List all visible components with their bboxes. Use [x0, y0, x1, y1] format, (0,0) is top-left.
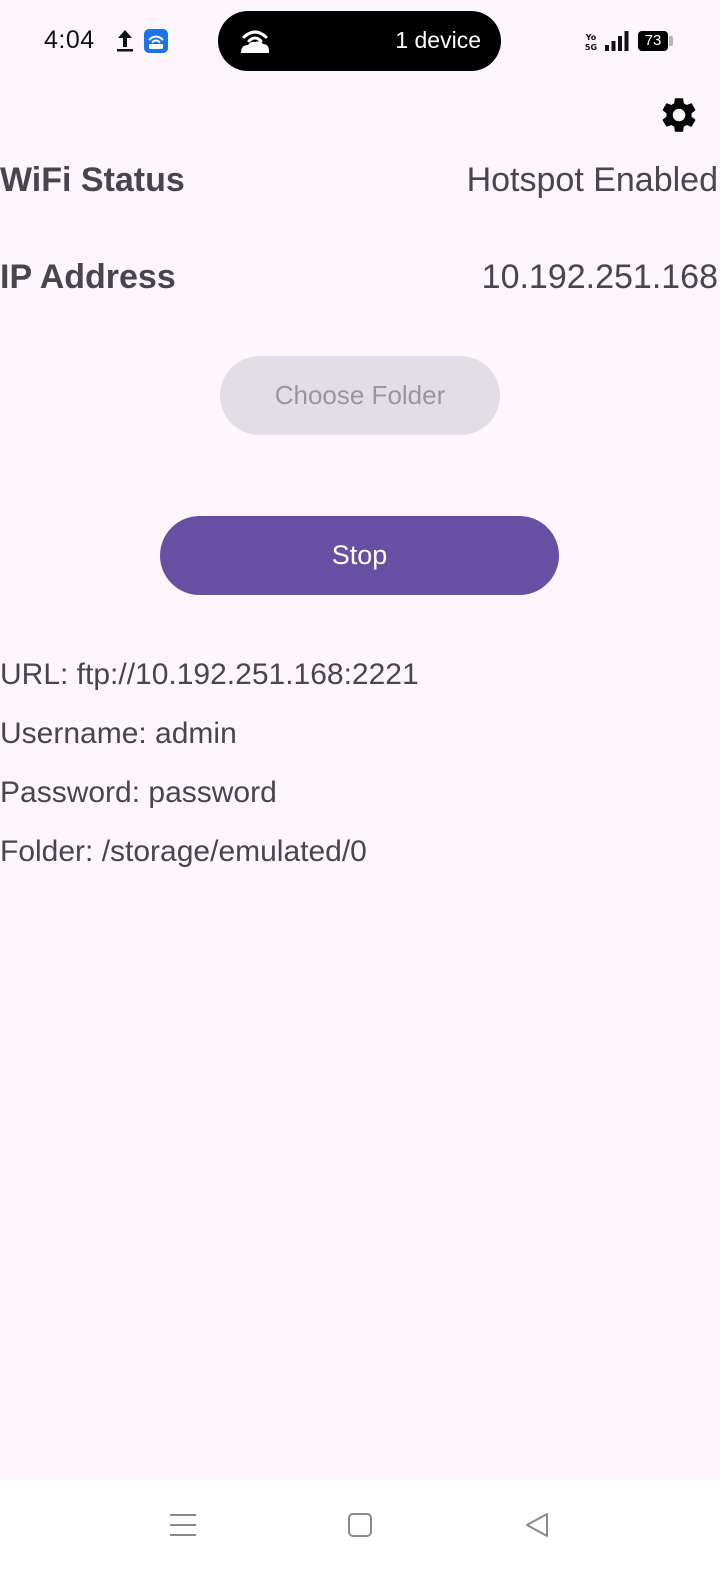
ip-address-value: 10.192.251.168 — [481, 258, 718, 296]
settings-button[interactable] — [656, 92, 702, 138]
navigation-bar — [0, 1480, 720, 1570]
battery-tip — [669, 36, 673, 46]
back-button[interactable] — [517, 1505, 557, 1545]
wifi-status-label: WiFi Status — [0, 161, 185, 199]
battery-icon: 73 — [638, 31, 673, 51]
folder-path-text: Folder: /storage/emulated/0 — [0, 835, 367, 868]
username-text: Username: admin — [0, 717, 237, 750]
battery-level: 73 — [638, 31, 668, 51]
gear-icon — [662, 98, 696, 132]
wifi-status-row: WiFi Status Hotspot Enabled — [0, 155, 718, 205]
island-device-count: 1 device — [395, 27, 481, 53]
recent-apps-button[interactable] — [163, 1505, 203, 1545]
password-text: Password: password — [0, 776, 277, 809]
hotspot-icon — [241, 30, 269, 53]
home-square-icon — [348, 1513, 372, 1537]
status-time: 4:04 — [44, 26, 95, 54]
upload-icon — [117, 30, 133, 52]
choose-folder-button[interactable]: Choose Folder — [220, 356, 500, 435]
status-bar: 4:04 1 device Yo 5G 73 — [0, 0, 720, 84]
hotspot-app-icon — [144, 29, 168, 53]
svg-text:5G: 5G — [585, 43, 597, 52]
signal-icon — [605, 31, 629, 51]
ip-address-label: IP Address — [0, 258, 176, 296]
svg-text:Yo: Yo — [585, 33, 597, 42]
menu-icon — [170, 1514, 196, 1536]
back-triangle-icon — [526, 1513, 548, 1537]
home-button[interactable] — [340, 1505, 380, 1545]
stop-button[interactable]: Stop — [160, 516, 559, 595]
dynamic-island[interactable]: 1 device — [218, 11, 501, 71]
ftp-url-text: URL: ftp://10.192.251.168:2221 — [0, 658, 419, 691]
wifi-status-value: Hotspot Enabled — [466, 161, 718, 199]
ip-address-row: IP Address 10.192.251.168 — [0, 252, 718, 302]
volte-icon: Yo 5G — [585, 33, 597, 52]
